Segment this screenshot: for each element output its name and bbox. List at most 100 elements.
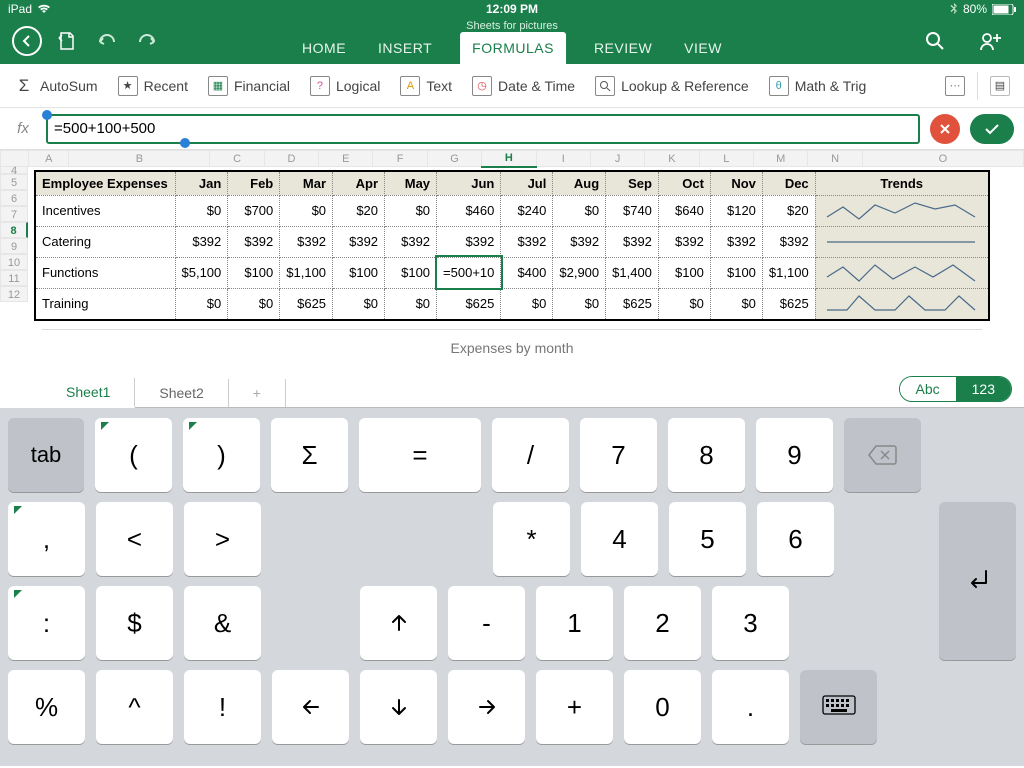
ribbon-math[interactable]: θMath & Trig	[769, 76, 867, 96]
selection-handle-end[interactable]	[180, 138, 190, 148]
table-cell[interactable]: $0	[175, 288, 228, 320]
key-star[interactable]: *	[493, 502, 570, 576]
ribbon-lookup[interactable]: Lookup & Reference	[595, 76, 749, 96]
table-header-month[interactable]: Oct	[658, 171, 710, 195]
col-header-B[interactable]: B	[69, 151, 210, 167]
sheet-tab-add[interactable]: +	[229, 379, 286, 407]
col-header-D[interactable]: D	[264, 151, 318, 167]
table-cell[interactable]: $100	[228, 257, 280, 288]
file-button[interactable]	[50, 24, 84, 58]
table-cell[interactable]: $20	[333, 195, 385, 226]
key-colon[interactable]: :	[8, 586, 85, 660]
table-cell[interactable]: $392	[658, 226, 710, 257]
table-header-month[interactable]: Aug	[553, 171, 606, 195]
fx-label[interactable]: fx	[10, 120, 36, 137]
table-header-month[interactable]: Jun	[437, 171, 501, 195]
table-cell[interactable]: $740	[606, 195, 659, 226]
table-row-label[interactable]: Incentives	[35, 195, 175, 226]
row-header-9[interactable]: 9	[0, 238, 28, 254]
table-cell[interactable]: $0	[385, 288, 437, 320]
table-cell[interactable]: $625	[762, 288, 815, 320]
table-cell[interactable]: =500+10	[437, 257, 501, 288]
undo-button[interactable]	[90, 24, 124, 58]
key-amp[interactable]: &	[184, 586, 261, 660]
ribbon-autosum[interactable]: ΣAutoSum	[14, 76, 98, 96]
key-caret[interactable]: ^	[96, 670, 173, 744]
table-row-label[interactable]: Catering	[35, 226, 175, 257]
col-header-M[interactable]: M	[754, 151, 808, 167]
col-header-J[interactable]: J	[590, 151, 644, 167]
ribbon-logical[interactable]: ?Logical	[310, 76, 380, 96]
key-right[interactable]	[448, 670, 525, 744]
key-plus[interactable]: +	[536, 670, 613, 744]
table-cell[interactable]: $392	[710, 226, 762, 257]
ribbon-more[interactable]: ⋯	[945, 76, 965, 96]
key-9[interactable]: 9	[756, 418, 833, 492]
table-cell[interactable]: $1,100	[762, 257, 815, 288]
row-header-6[interactable]: 6	[0, 190, 28, 206]
table-header-month[interactable]: Sep	[606, 171, 659, 195]
key-enter[interactable]	[939, 502, 1016, 660]
row-header-12[interactable]: 12	[0, 286, 28, 302]
table-cell[interactable]: $392	[333, 226, 385, 257]
col-header-O[interactable]: O	[862, 151, 1023, 167]
table-cell[interactable]: $400	[501, 257, 553, 288]
table-header-month[interactable]: Apr	[333, 171, 385, 195]
row-header-11[interactable]: 11	[0, 270, 28, 286]
key-equals[interactable]: =	[359, 418, 481, 492]
selection-handle-start[interactable]	[42, 110, 52, 120]
key-8[interactable]: 8	[668, 418, 745, 492]
data-table[interactable]: Employee ExpensesJanFebMarAprMayJunJulAu…	[34, 170, 990, 321]
table-cell[interactable]: $392	[606, 226, 659, 257]
tab-insert[interactable]: INSERT	[374, 34, 436, 64]
table-cell[interactable]: $392	[437, 226, 501, 257]
spreadsheet-grid[interactable]: ABCDEFGHIJKLMNO 456789101112 Employee Ex…	[0, 150, 1024, 368]
key-left[interactable]	[272, 670, 349, 744]
table-cell[interactable]: $0	[228, 288, 280, 320]
table-cell[interactable]: $0	[501, 288, 553, 320]
table-cell[interactable]: $392	[280, 226, 333, 257]
key-down[interactable]	[360, 670, 437, 744]
ribbon-recent[interactable]: ★Recent	[118, 76, 188, 96]
row-header-8[interactable]: 8	[0, 222, 28, 238]
table-cell[interactable]: $700	[228, 195, 280, 226]
table-cell[interactable]: $640	[658, 195, 710, 226]
table-header-month[interactable]: Jan	[175, 171, 228, 195]
key-up[interactable]	[360, 586, 437, 660]
search-button[interactable]	[918, 24, 952, 58]
keyboard-mode-toggle[interactable]: Abc 123	[899, 376, 1012, 402]
back-button[interactable]	[10, 24, 44, 58]
table-cell[interactable]: $392	[175, 226, 228, 257]
table-cell[interactable]: $392	[762, 226, 815, 257]
table-header-label[interactable]: Employee Expenses	[35, 171, 175, 195]
table-cell[interactable]: $0	[658, 288, 710, 320]
col-header-L[interactable]: L	[699, 151, 753, 167]
table-cell[interactable]: $100	[333, 257, 385, 288]
formula-input[interactable]	[48, 120, 918, 137]
col-header-E[interactable]: E	[319, 151, 373, 167]
key-5[interactable]: 5	[669, 502, 746, 576]
redo-button[interactable]	[130, 24, 164, 58]
table-header-month[interactable]: May	[385, 171, 437, 195]
table-cell[interactable]: $0	[175, 195, 228, 226]
table-cell[interactable]: $100	[710, 257, 762, 288]
table-header-month[interactable]: Mar	[280, 171, 333, 195]
key-1[interactable]: 1	[536, 586, 613, 660]
key-lt[interactable]: <	[96, 502, 173, 576]
key-sigma[interactable]: Σ	[271, 418, 348, 492]
key-percent[interactable]: %	[8, 670, 85, 744]
table-cell[interactable]: $0	[553, 288, 606, 320]
tab-review[interactable]: REVIEW	[590, 34, 656, 64]
mode-123[interactable]: 123	[956, 377, 1011, 401]
table-cell[interactable]: $0	[333, 288, 385, 320]
col-header-G[interactable]: G	[427, 151, 481, 167]
col-header-A[interactable]: A	[29, 151, 69, 167]
key-gt[interactable]: >	[184, 502, 261, 576]
row-header-4[interactable]: 4	[0, 166, 28, 174]
key-backspace[interactable]	[844, 418, 921, 492]
table-header-month[interactable]: Feb	[228, 171, 280, 195]
table-cell[interactable]: $0	[553, 195, 606, 226]
table-cell[interactable]: $392	[385, 226, 437, 257]
col-header-C[interactable]: C	[210, 151, 264, 167]
mode-abc[interactable]: Abc	[900, 377, 956, 401]
